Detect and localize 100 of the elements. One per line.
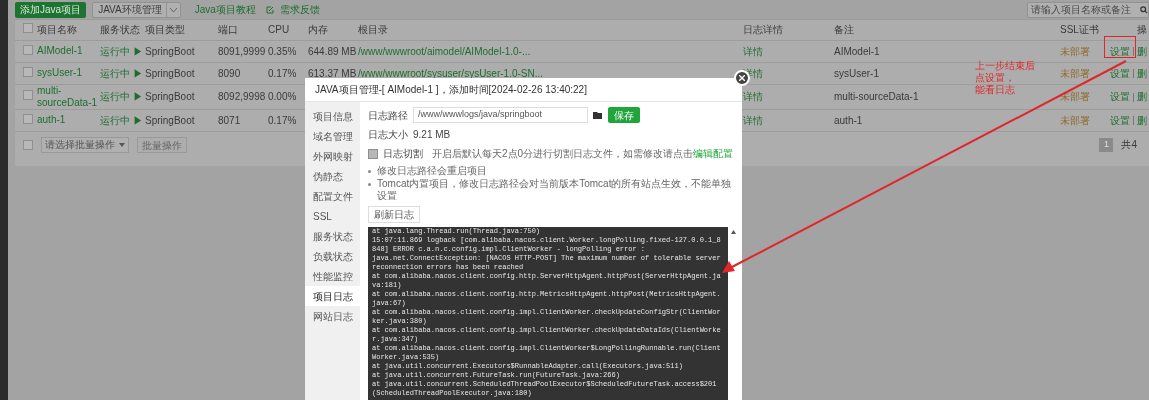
sidebar-tab[interactable]: 外网映射 (305, 146, 360, 166)
checkbox[interactable] (23, 44, 33, 55)
tutorial-link[interactable]: Java项目教程 (194, 2, 256, 17)
column-header: 根目录 (358, 24, 388, 36)
page-button[interactable]: 1 (1099, 137, 1114, 152)
highlight-frame (1104, 36, 1136, 58)
table-cell: AIModel-1 (834, 45, 880, 57)
log-size-value: 9.21 MB (413, 128, 451, 142)
edit-icon (265, 5, 274, 14)
sidebar-tab[interactable]: 服务状态 (305, 226, 360, 246)
sidebar-tab[interactable]: SSL (305, 206, 360, 226)
settings-link[interactable]: 设置 (1110, 91, 1130, 102)
details-link[interactable]: 详情 (743, 45, 763, 57)
sidebar-tab[interactable]: 网站日志 (305, 306, 360, 326)
sidebar-tab[interactable]: 性能监控 (305, 266, 360, 286)
checkbox[interactable] (23, 66, 33, 77)
bulk-action-select[interactable]: 请选择批量操作 (41, 136, 129, 153)
sidebar-tab[interactable]: 伪静态 (305, 166, 360, 186)
table-cell: 613.37 MB (308, 67, 357, 79)
search-field[interactable]: 请输入项目名称或备注 (1027, 1, 1149, 18)
table-cell: 8091,9999 (218, 45, 266, 57)
table-cell: 8090 (218, 67, 241, 79)
delete-link[interactable]: 删 (1137, 91, 1147, 102)
table-cell: 0.17% (268, 114, 297, 126)
checkbox[interactable] (23, 139, 33, 150)
details-link[interactable]: 详情 (743, 91, 763, 102)
annotation-text: 上一步结束后 (975, 60, 1035, 72)
table-cell: SpringBoot (145, 114, 195, 126)
table-cell: SpringBoot (145, 67, 195, 79)
refresh-log-button[interactable]: 刷新日志 (368, 206, 420, 223)
column-header: 备注 (834, 24, 854, 36)
table-cell: 未部署 (1060, 67, 1090, 79)
project-name-link[interactable]: sysUser-1 (37, 67, 98, 79)
column-header: 日志详情 (743, 24, 783, 36)
log-path-field[interactable]: /www/wwwlogs/java/springboot (413, 107, 588, 123)
environment-dropdown[interactable]: JAVA环境管理 (92, 1, 181, 18)
table-cell: 8092,9998 (218, 91, 266, 102)
column-header: 操 (1137, 24, 1147, 36)
annotation-text: 能看日志 (975, 84, 1015, 96)
note-text: Tomcat内置项目，修改日志路径会对当前版本Tomcat的所有站点生效，不能单独设置 (377, 178, 733, 202)
project-name-link[interactable]: auth-1 (37, 114, 98, 126)
annotation-text: 点设置， (975, 72, 1015, 84)
delete-link[interactable]: 删 (1137, 45, 1147, 57)
caret-icon (119, 142, 125, 147)
sidebar-tab[interactable]: 项目信息 (305, 106, 360, 126)
project-name-link[interactable]: multi-sourceData-1 (37, 84, 98, 109)
scroll-up-icon[interactable] (731, 230, 736, 234)
project-name-link[interactable]: AIModel-1 (37, 45, 98, 57)
column-header: 项目名称 (37, 24, 77, 36)
sidebar-tab[interactable]: 域名管理 (305, 126, 360, 146)
bullet-icon (368, 183, 371, 186)
delete-link[interactable]: 删 (1137, 67, 1147, 79)
column-header: 内存 (308, 24, 328, 36)
field-label: 日志大小 (368, 128, 408, 142)
sidebar-tab[interactable]: 配置文件 (305, 186, 360, 206)
folder-icon[interactable] (593, 111, 603, 119)
settings-link[interactable]: 设置 (1110, 67, 1130, 79)
table-cell: sysUser-1 (834, 67, 879, 79)
checkbox[interactable] (23, 23, 33, 34)
caret-icon (169, 7, 177, 12)
sidebar-tab[interactable]: 项目日志 (305, 286, 360, 306)
edit-config-link[interactable]: 编辑配置 (693, 148, 734, 159)
table-cell: 运行中 ▶ (100, 45, 143, 57)
table-cell: multi-sourceData-1 (834, 91, 919, 102)
hint-text: 开启后默认每天2点0分进行切割日志文件，如需修改请点击编辑配置 (432, 147, 734, 161)
note-text: 修改日志路径会重启项目 (377, 165, 487, 177)
bullet-icon (368, 170, 371, 173)
table-cell: 0.00% (268, 91, 297, 102)
delete-link[interactable]: 删 (1137, 114, 1147, 126)
close-icon (739, 75, 745, 81)
table-cell: auth-1 (834, 114, 863, 126)
column-header: 服务状态 (100, 24, 140, 36)
table-cell: SpringBoot (145, 45, 195, 57)
column-header: 项目类型 (145, 24, 185, 36)
save-button[interactable]: 保存 (608, 107, 640, 123)
checkbox[interactable] (23, 90, 33, 100)
settings-link[interactable]: 设置 (1110, 114, 1130, 126)
details-link[interactable]: 详情 (743, 114, 763, 126)
bulk-action-button[interactable]: 批量操作 (137, 136, 187, 153)
checkbox[interactable] (23, 113, 33, 124)
table-cell: 0.17% (268, 67, 297, 79)
feedback-link[interactable]: 需求反馈 (279, 2, 320, 17)
table-cell: /www/wwwroot/aimodel/AIModel-1.0-... (358, 45, 531, 57)
table-cell: 8071 (218, 114, 241, 126)
table-cell: 0.35% (268, 45, 297, 57)
settings-link[interactable]: 设置 (1110, 45, 1130, 57)
search-icon[interactable] (1140, 5, 1148, 14)
checkbox[interactable] (368, 148, 378, 159)
add-project-button[interactable]: 添加Java项目 (15, 1, 87, 18)
table-cell: 未部署 (1060, 114, 1090, 126)
table-cell: 运行中 ▶ (100, 91, 143, 102)
table-cell: 644.89 MB (308, 45, 357, 57)
dialog-title: JAVA项目管理-[ AIModel-1 ]，添加时间[2024-02-26 13:40:22] (315, 83, 587, 97)
field-label: 日志路径 (368, 108, 408, 123)
column-header: 端口 (218, 24, 238, 36)
checkbox-label: 日志切割 (383, 147, 423, 161)
table-cell: 未部署 (1060, 45, 1090, 57)
table-cell: 运行中 ▶ (100, 67, 143, 79)
table-cell: SpringBoot (145, 91, 195, 102)
sidebar-tab[interactable]: 负载状态 (305, 246, 360, 266)
